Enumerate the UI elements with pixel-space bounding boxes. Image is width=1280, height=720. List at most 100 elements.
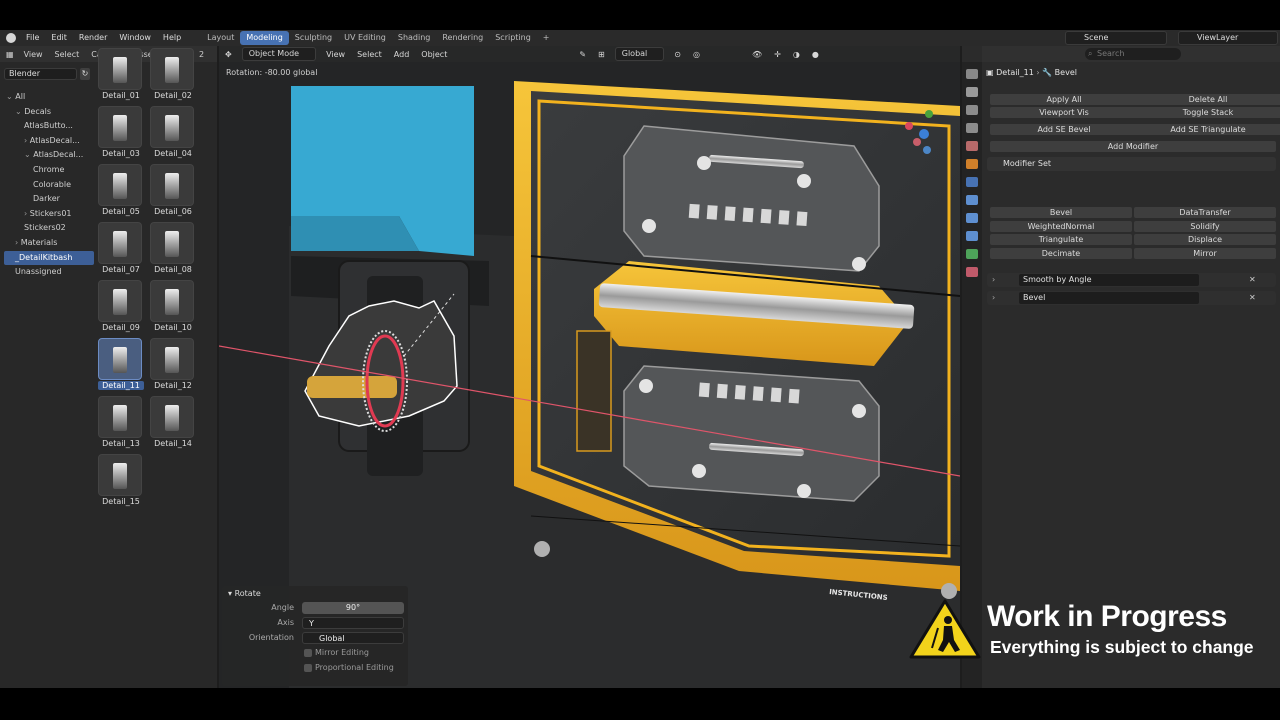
angle-field[interactable]: 90° (302, 602, 404, 614)
menu-edit[interactable]: Edit (45, 30, 73, 46)
menu-render[interactable]: Render (73, 30, 113, 46)
catalog-item[interactable]: Darker (4, 192, 94, 207)
viewport-vis-button[interactable]: Viewport Vis (990, 107, 1138, 118)
viewport-editor-icon[interactable]: ✥ (219, 50, 238, 59)
library-selector[interactable]: Blender (4, 68, 77, 80)
modifier-set-button[interactable]: Mirror (1134, 248, 1276, 260)
asset-tile[interactable]: Detail_03 (98, 106, 144, 164)
menu-window[interactable]: Window (113, 30, 157, 46)
asset-menu-view[interactable]: View (18, 50, 49, 59)
catalog-item[interactable]: ⌄ AtlasDecal... (4, 148, 94, 163)
modifier-tab-icon[interactable] (966, 177, 978, 187)
asset-tile[interactable]: Detail_09 (98, 280, 144, 338)
pencil-icon[interactable]: ✎ (573, 50, 592, 59)
gizmo-icon[interactable]: ✛ (768, 50, 787, 59)
menu-help[interactable]: Help (157, 30, 187, 46)
data-tab-icon[interactable] (966, 249, 978, 259)
asset-tile[interactable]: Detail_06 (150, 164, 196, 222)
asset-tile[interactable]: Detail_08 (150, 222, 196, 280)
orientation-dropdown[interactable]: Global (614, 47, 665, 61)
modifier-set-button[interactable]: WeightedNormal (990, 220, 1132, 232)
pivot-icon[interactable]: ⊙ (668, 50, 687, 59)
viewport-menu-select[interactable]: Select (351, 50, 388, 59)
catalog-item[interactable]: Stickers02 (4, 221, 94, 236)
chevron-down-icon[interactable]: ⌄ (24, 150, 33, 159)
modifier-smooth-by-angle[interactable]: › Smooth by Angle ✕ (987, 273, 1276, 287)
modifier-set-button[interactable]: Displace (1134, 234, 1276, 246)
modifier-set-button[interactable]: Bevel (990, 207, 1132, 218)
modifier-name-field[interactable]: Smooth by Angle (1019, 274, 1199, 286)
expand-chevron-icon[interactable]: › (992, 293, 995, 302)
catalog-item[interactable]: AtlasButto... (4, 119, 94, 134)
mirror-editing-checkbox[interactable] (304, 649, 312, 657)
catalog-item[interactable]: ⌄ Decals (4, 105, 94, 120)
visibility-icon[interactable]: 👁 (746, 50, 768, 59)
catalog-item[interactable]: Chrome (4, 163, 94, 178)
delete-all-button[interactable]: Delete All (1134, 94, 1280, 105)
modifier-name-field[interactable]: Bevel (1019, 292, 1199, 304)
add-modifier-button[interactable]: Add Modifier (990, 141, 1276, 152)
asset-tile[interactable]: Detail_13 (98, 396, 144, 454)
modifier-set-button[interactable]: DataTransfer (1134, 207, 1276, 218)
modifier-set-panel-header[interactable]: Modifier Set (987, 157, 1276, 171)
particles-tab-icon[interactable] (966, 195, 978, 205)
tool-tab-icon[interactable] (966, 69, 978, 79)
add-workspace-button[interactable]: + (537, 31, 556, 45)
blender-logo-icon[interactable] (6, 33, 16, 43)
view-layer-selector[interactable]: ViewLayer (1178, 31, 1278, 45)
asset-tile[interactable]: Detail_11 (98, 338, 144, 396)
catalog-item[interactable]: › AtlasDecal... (4, 134, 94, 149)
asset-tile[interactable]: Detail_01 (98, 48, 144, 106)
modifier-set-button[interactable]: Triangulate (990, 234, 1132, 246)
viewport-menu-object[interactable]: Object (415, 50, 453, 59)
refresh-icon[interactable]: ↻ (80, 68, 90, 80)
output-tab-icon[interactable] (966, 105, 978, 115)
redo-panel-title[interactable]: ▾ Rotate (228, 589, 261, 598)
asset-tile[interactable]: Detail_12 (150, 338, 196, 396)
constraints-tab-icon[interactable] (966, 231, 978, 241)
editor-type-icon[interactable]: ▦ (0, 50, 18, 59)
tab-modeling[interactable]: Modeling (240, 31, 289, 45)
apply-all-button[interactable]: Apply All (990, 94, 1138, 105)
remove-modifier-icon[interactable]: ✕ (1249, 293, 1256, 302)
catalog-item[interactable]: Unassigned (4, 265, 94, 280)
viewport-menu-view[interactable]: View (320, 50, 351, 59)
proportional-icon[interactable]: ◎ (687, 50, 706, 59)
view-layer-tab-icon[interactable] (966, 123, 978, 133)
catalog-item[interactable]: _DetailKitbash (4, 250, 94, 266)
expand-chevron-icon[interactable]: › (992, 275, 995, 284)
modifier-set-button[interactable]: Decimate (990, 248, 1132, 260)
asset-tile[interactable]: Detail_07 (98, 222, 144, 280)
asset-tile[interactable]: Detail_02 (150, 48, 196, 106)
catalog-item[interactable]: › Stickers01 (4, 207, 94, 222)
asset-tile[interactable]: Detail_10 (150, 280, 196, 338)
snap-icon[interactable]: ⊞ (592, 50, 611, 59)
search-input[interactable]: ⌕ Search (1085, 48, 1181, 60)
asset-tile[interactable]: Detail_05 (98, 164, 144, 222)
shading-solid-icon[interactable]: ● (806, 50, 825, 59)
mode-dropdown[interactable]: Object Mode (241, 47, 317, 61)
render-tab-icon[interactable] (966, 87, 978, 97)
overlay-icon[interactable]: ◑ (787, 50, 806, 59)
tab-scripting[interactable]: Scripting (489, 31, 537, 45)
catalog-item[interactable]: Colorable (4, 178, 94, 193)
toggle-stack-button[interactable]: Toggle Stack (1134, 107, 1280, 118)
modifier-set-button[interactable]: Solidify (1134, 220, 1276, 232)
modifier-bevel[interactable]: › Bevel ✕ (987, 291, 1276, 305)
orientation-field[interactable]: Global (302, 632, 404, 644)
catalog-item[interactable]: ⌄ All (4, 90, 94, 105)
tab-sculpting[interactable]: Sculpting (289, 31, 338, 45)
asset-tile[interactable]: Detail_14 (150, 396, 196, 454)
add-se-bevel-button[interactable]: Add SE Bevel (990, 124, 1138, 135)
scene-selector[interactable]: Scene (1065, 31, 1167, 45)
axis-dropdown[interactable]: Y (302, 617, 404, 629)
tab-uv-editing[interactable]: UV Editing (338, 31, 392, 45)
material-tab-icon[interactable] (966, 267, 978, 277)
tab-layout[interactable]: Layout (201, 31, 240, 45)
menu-file[interactable]: File (20, 30, 45, 46)
object-tab-icon[interactable] (966, 159, 978, 169)
catalog-item[interactable]: › Materials (4, 236, 94, 251)
scene-tab-icon[interactable] (966, 141, 978, 151)
tab-shading[interactable]: Shading (392, 31, 437, 45)
asset-tile[interactable]: Detail_04 (150, 106, 196, 164)
